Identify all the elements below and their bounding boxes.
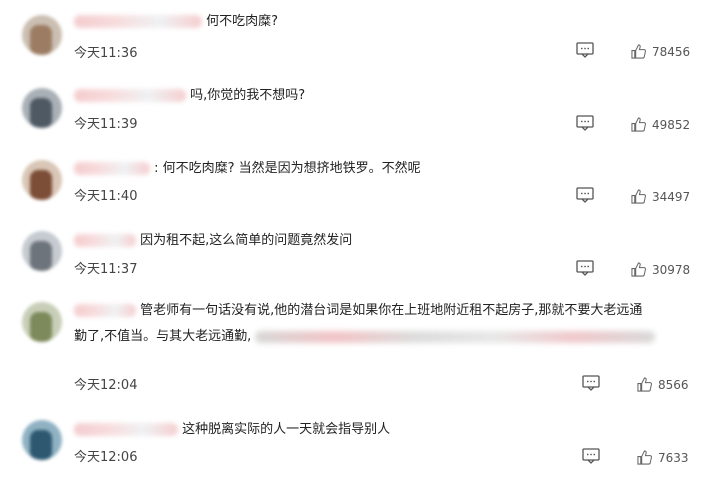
username-redacted[interactable] [74,304,136,317]
username-redacted[interactable] [74,89,186,102]
username-redacted[interactable] [74,162,150,175]
comment-text-line: 因为租不起,这么简单的问题竟然发问 [74,231,352,251]
timestamp: 今天12:06 [74,450,138,465]
thumbs-up-icon [631,189,646,204]
avatar[interactable] [22,160,62,200]
thumbs-up-icon [631,262,646,277]
timestamp: 今天12:04 [74,378,138,393]
like-count: 7633 [658,451,689,465]
like-button[interactable]: 34497 [631,189,690,204]
thumbs-up-icon [637,450,652,465]
redacted-text [255,330,656,343]
comment-text-line: 吗,你觉的我不想吗? [74,86,305,106]
timestamp: 今天11:39 [74,117,138,132]
comment-icon[interactable] [576,115,594,131]
username-redacted[interactable] [74,15,202,28]
comment-text: : 何不吃肉糜? 当然是因为想挤地铁罗。不然呢 [154,161,421,176]
thumbs-up-icon [631,44,646,59]
avatar[interactable] [22,302,62,342]
comment-text: 吗,你觉的我不想吗? [190,88,306,103]
username-redacted[interactable] [74,423,178,436]
like-button[interactable]: 30978 [631,262,690,277]
comment-text: 管老师有一句话没有说,他的潜台词是如果你在上班地附近租不起房子,那就不要大老远通 [140,303,643,318]
avatar[interactable] [22,420,62,460]
comment-icon[interactable] [576,42,594,58]
thumbs-up-icon [637,377,652,392]
comment-text-line: 管老师有一句话没有说,他的潜台词是如果你在上班地附近租不起房子,那就不要大老远通 [74,301,642,321]
comment-text-line: 何不吃肉糜? [74,12,278,32]
timestamp: 今天11:40 [74,189,138,204]
comment-text: 因为租不起,这么简单的问题竟然发问 [140,233,353,248]
comment-text-line: 这种脱离实际的人一天就会指导别人 [74,420,390,440]
comment-icon[interactable] [582,375,600,391]
comment-text-continued: 勤了,不值当。与其大老远通勤, [74,329,252,344]
avatar[interactable] [22,231,62,271]
like-button[interactable]: 78456 [631,44,690,59]
comment-text: 这种脱离实际的人一天就会指导别人 [182,422,391,437]
comment-icon[interactable] [576,260,594,276]
timestamp: 今天11:36 [74,46,138,61]
like-count: 30978 [652,263,691,277]
like-button[interactable]: 8566 [637,377,689,392]
comment-icon[interactable] [576,187,594,203]
like-count: 78456 [652,45,691,59]
comment-text: 何不吃肉糜? [206,14,279,29]
like-count: 34497 [652,190,691,204]
username-redacted[interactable] [74,234,136,247]
like-button[interactable]: 7633 [637,450,689,465]
thumbs-up-icon [631,117,646,132]
like-button[interactable]: 49852 [631,117,690,132]
like-count: 8566 [658,378,689,392]
like-count: 49852 [652,118,691,132]
comment-icon[interactable] [582,448,600,464]
avatar[interactable] [22,15,62,55]
timestamp: 今天11:37 [74,262,138,277]
comment-text-line-2: 勤了,不值当。与其大老远通勤, [74,327,656,347]
comment-text-line: : 何不吃肉糜? 当然是因为想挤地铁罗。不然呢 [74,159,421,179]
avatar[interactable] [22,88,62,128]
